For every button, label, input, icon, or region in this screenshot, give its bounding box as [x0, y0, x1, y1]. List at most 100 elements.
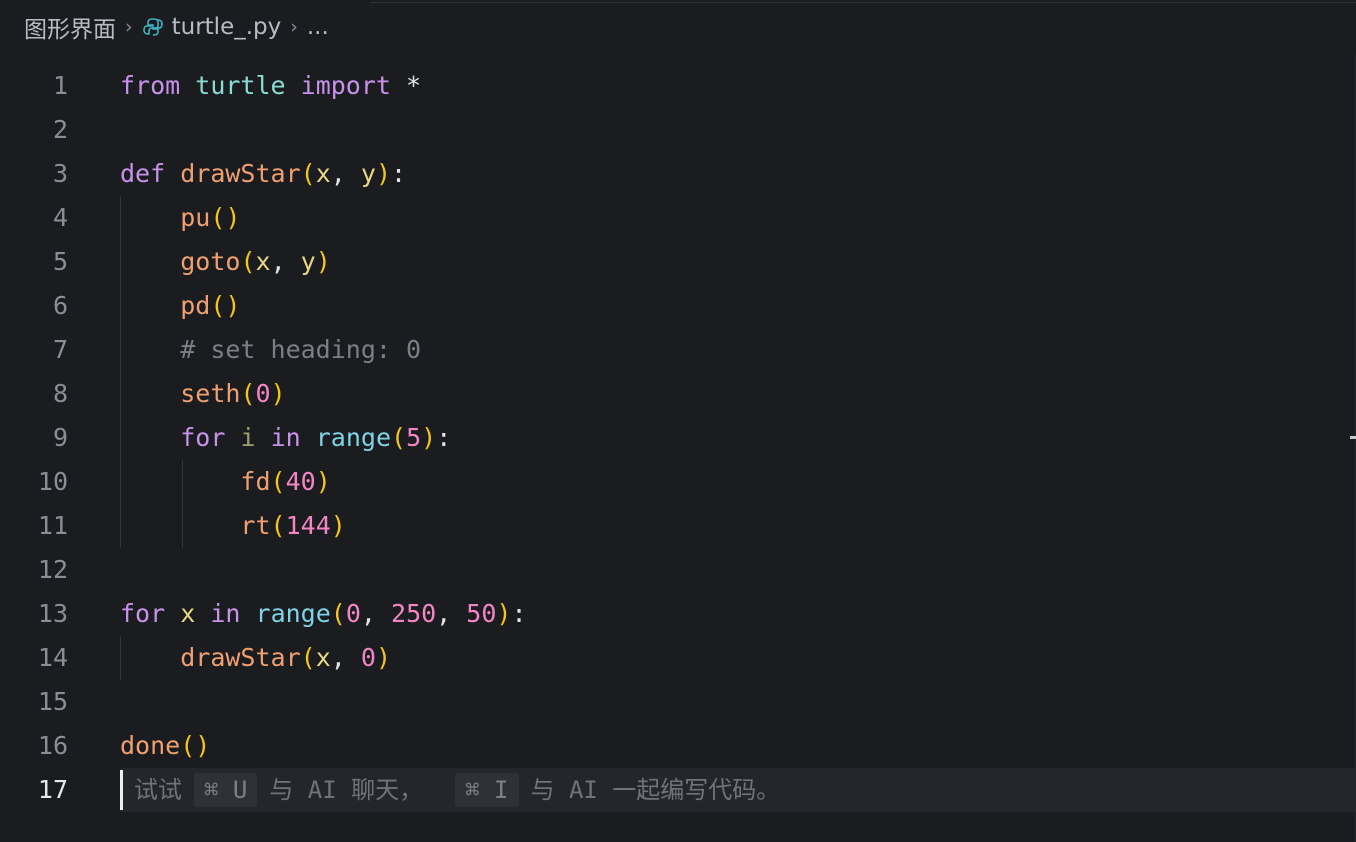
line-number: 12 — [37, 555, 68, 584]
code-line[interactable]: 6 pd() — [0, 284, 1356, 328]
code-text[interactable]: drawStar(x, 0) — [120, 636, 391, 680]
line-number: 2 — [52, 115, 68, 144]
code-editor[interactable]: 1 from turtle import * 2 3 def drawStar(x, y… — [0, 64, 1356, 812]
code-token: x — [180, 599, 196, 628]
code-token: * — [390, 71, 422, 100]
line-number: 17 — [37, 775, 68, 804]
code-token: () — [210, 291, 241, 320]
code-text[interactable]: rt(144) — [120, 504, 346, 548]
code-token: def — [120, 159, 166, 188]
code-token: ) — [496, 599, 512, 628]
code-token: import — [300, 71, 391, 100]
code-token: x — [255, 247, 271, 276]
line-number: 7 — [52, 335, 68, 364]
code-line[interactable]: 14 drawStar(x, 0) — [0, 636, 1356, 680]
code-token: y — [360, 159, 376, 188]
line-number: 16 — [37, 731, 68, 760]
code-text[interactable]: for i in range(5): — [120, 416, 451, 460]
code-token: x — [315, 159, 331, 188]
hint-write-text: 与 AI 一起编写代码。 — [530, 776, 781, 804]
breadcrumb-symbol-ellipsis[interactable]: ... — [307, 14, 329, 40]
line-number: 1 — [52, 71, 68, 100]
code-line[interactable]: 3 def drawStar(x, y): — [0, 152, 1356, 196]
code-token: y — [300, 247, 316, 276]
code-token: drawStar — [180, 643, 301, 672]
code-line[interactable]: 9 for i in range(5): — [0, 416, 1356, 460]
scrollbar-position-marker[interactable] — [1350, 436, 1356, 439]
code-token: 0 — [360, 643, 376, 672]
ai-inline-hint: 试试 ⌘ U 与 AI 聊天， ⌘ I 与 AI 一起编写代码。 — [128, 768, 786, 812]
code-line[interactable]: 11 rt(144) — [0, 504, 1356, 548]
code-line[interactable]: 5 goto(x, y) — [0, 240, 1356, 284]
code-text[interactable]: for x in range(0, 250, 50): — [120, 592, 527, 636]
code-token: ( — [240, 247, 256, 276]
code-token: ( — [270, 467, 286, 496]
code-token: ( — [391, 423, 407, 452]
breadcrumb-folder[interactable]: 图形界面 — [24, 10, 116, 44]
code-line[interactable]: 15 — [0, 680, 1356, 724]
code-token: 144 — [285, 511, 331, 540]
code-line[interactable]: 1 from turtle import * — [0, 64, 1356, 108]
line-number: 8 — [52, 379, 68, 408]
code-text[interactable]: pu() — [120, 196, 240, 240]
breadcrumb-file[interactable]: turtle_.py — [172, 14, 282, 40]
code-token: pd — [180, 291, 211, 320]
code-line[interactable]: 8 seth(0) — [0, 372, 1356, 416]
code-text[interactable]: # set heading: 0 — [120, 328, 421, 372]
code-token: drawStar — [180, 159, 301, 188]
chat-shortcut-key: ⌘ U — [194, 773, 258, 807]
text-cursor — [120, 770, 123, 810]
line-number: 3 — [52, 159, 68, 188]
hint-chat-text: 与 AI 聊天， — [269, 776, 424, 804]
code-line[interactable]: 4 pu() — [0, 196, 1356, 240]
code-line[interactable]: 13 for x in range(0, 250, 50): — [0, 592, 1356, 636]
code-token: : — [436, 423, 452, 452]
code-text[interactable]: goto(x, y) — [120, 240, 331, 284]
code-text[interactable]: from turtle import * — [120, 64, 421, 108]
code-text[interactable]: def drawStar(x, y): — [120, 152, 406, 196]
code-line[interactable]: 2 — [0, 108, 1356, 152]
line-number: 5 — [52, 247, 68, 276]
code-text[interactable]: seth(0) — [120, 372, 285, 416]
code-token: 5 — [406, 423, 422, 452]
code-token: , — [330, 643, 361, 672]
code-token: ) — [330, 511, 346, 540]
code-token: () — [210, 203, 241, 232]
code-token: ( — [240, 379, 256, 408]
code-token: in — [270, 423, 301, 452]
code-line[interactable]: 17 试试 ⌘ U 与 AI 聊天， ⌘ I 与 AI 一起编写代码。 — [0, 768, 1356, 812]
code-token: ) — [421, 423, 437, 452]
code-line[interactable]: 7 # set heading: 0 — [0, 328, 1356, 372]
code-token: 40 — [285, 467, 316, 496]
code-token: ) — [375, 643, 391, 672]
code-line[interactable]: 16 done() — [0, 724, 1356, 768]
code-text[interactable]: done() — [120, 724, 210, 768]
code-text[interactable]: fd(40) — [120, 460, 331, 504]
code-token: ) — [315, 467, 331, 496]
code-text[interactable]: pd() — [120, 284, 240, 328]
chevron-right-icon: › — [125, 16, 133, 38]
code-line[interactable]: 10 fd(40) — [0, 460, 1356, 504]
code-token: x — [315, 643, 331, 672]
code-token: ( — [300, 643, 316, 672]
code-token: 50 — [466, 599, 497, 628]
line-number: 15 — [37, 687, 68, 716]
code-token: ( — [300, 159, 316, 188]
code-line[interactable]: 12 — [0, 548, 1356, 592]
code-token: , — [360, 599, 392, 628]
code-token: () — [180, 731, 211, 760]
code-token: : — [391, 159, 407, 188]
code-token: for — [120, 599, 166, 628]
